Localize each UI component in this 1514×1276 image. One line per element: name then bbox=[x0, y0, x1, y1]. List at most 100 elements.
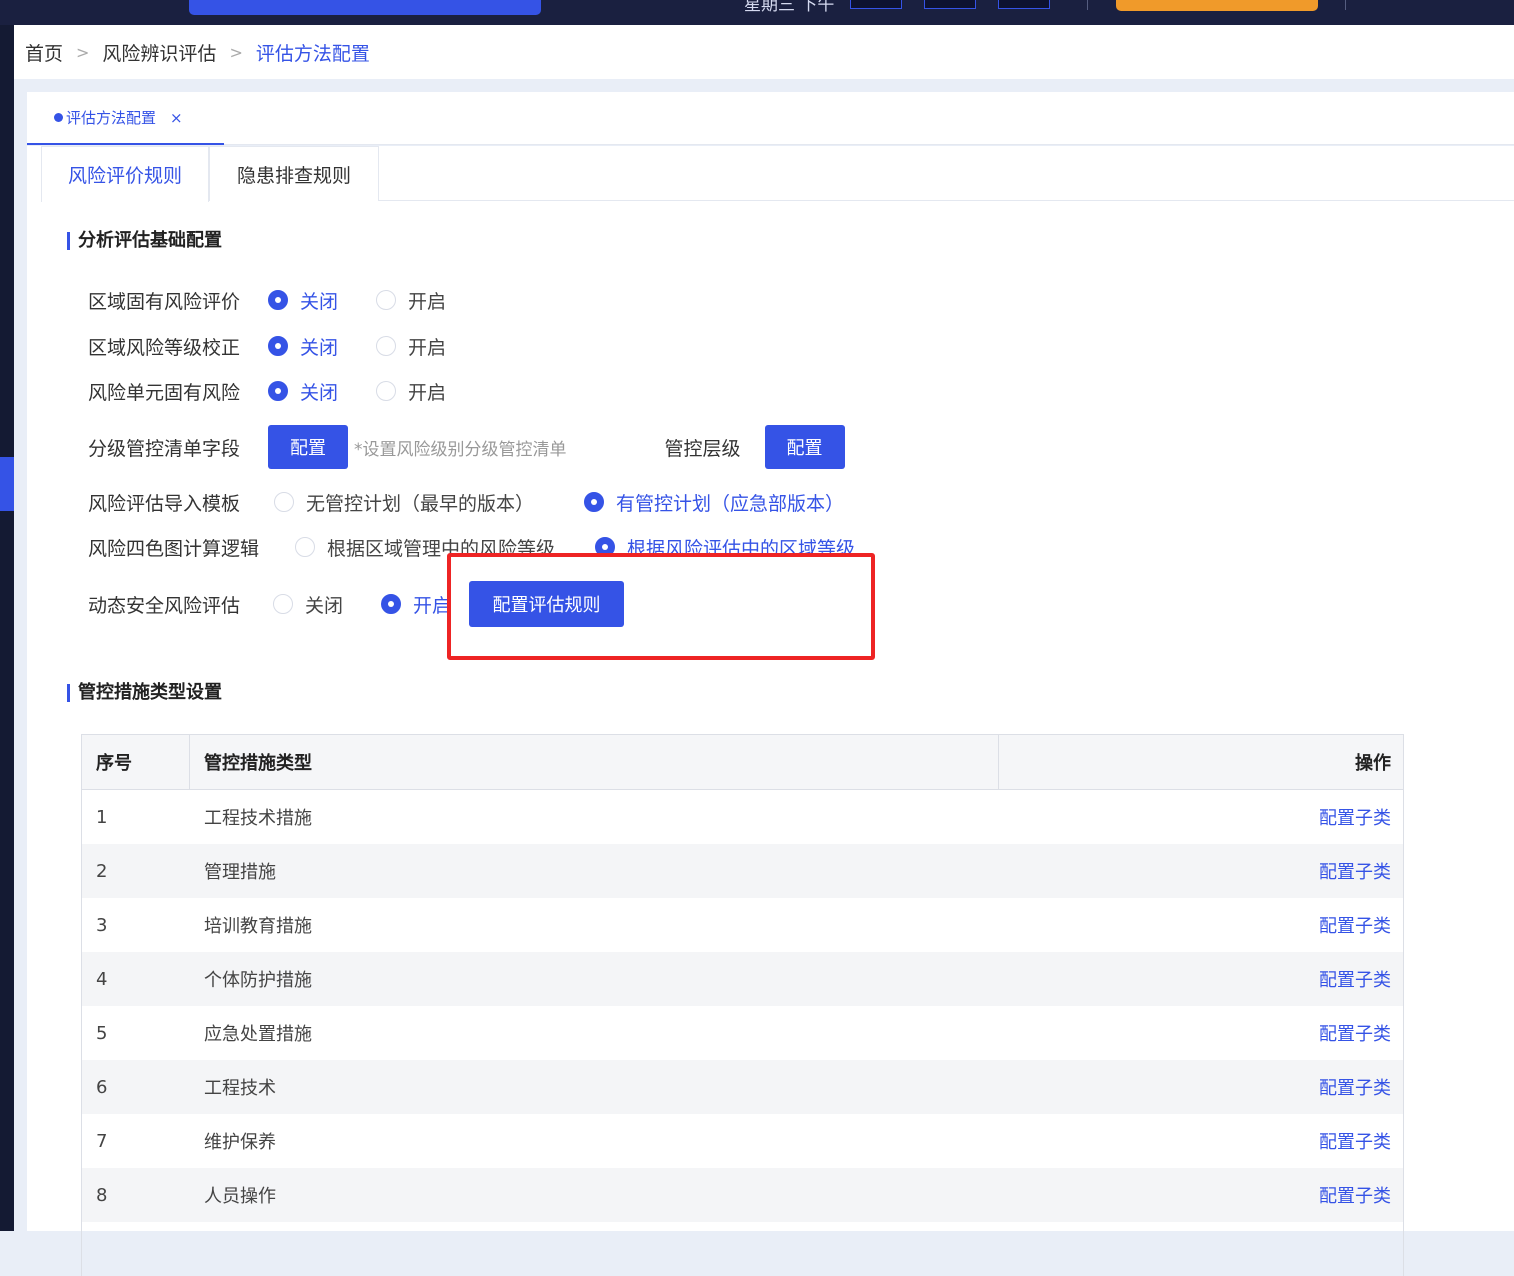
table-row: 7 维护保养 配置子类 bbox=[82, 1114, 1403, 1168]
header-divider bbox=[1345, 0, 1346, 10]
table-row bbox=[82, 1222, 1403, 1276]
header-time-box bbox=[850, 0, 902, 9]
radio-off[interactable]: 关闭 bbox=[268, 287, 338, 314]
cell-type bbox=[190, 1222, 999, 1276]
config-label: 区域风险等级校正 bbox=[88, 336, 241, 359]
radio-label: 开启 bbox=[408, 381, 447, 404]
radio-label: 无管控计划（最早的版本） bbox=[306, 492, 535, 515]
radio-label: 关闭 bbox=[305, 594, 344, 617]
radio-checked-icon bbox=[268, 381, 288, 401]
sub-tab-bar: 风险评价规则 隐患排查规则 bbox=[41, 146, 1514, 202]
configure-subtype-link[interactable]: 配置子类 bbox=[999, 1006, 1403, 1060]
cell-type: 维护保养 bbox=[204, 1132, 276, 1153]
cell-type: 工程技术措施 bbox=[204, 808, 312, 829]
top-header: 星期三 下午 bbox=[0, 0, 1514, 25]
cell-no bbox=[82, 1222, 190, 1276]
column-header-no: 序号 bbox=[82, 735, 190, 789]
cell-no: 4 bbox=[96, 968, 108, 990]
cell-no: 7 bbox=[96, 1130, 108, 1152]
configure-subtype-link[interactable]: 配置子类 bbox=[999, 1060, 1403, 1114]
radio-label: 有管控计划（应急部版本） bbox=[616, 492, 845, 515]
radio-checked-icon bbox=[584, 492, 605, 512]
radio-off[interactable]: 关闭 bbox=[268, 333, 338, 360]
radio-unchecked-icon bbox=[273, 594, 293, 614]
radio-label: 关闭 bbox=[300, 290, 339, 313]
main-panel: 风险评价规则 隐患排查规则 分析评估基础配置 区域固有风险评价 关闭 开启 区域… bbox=[27, 146, 1514, 1276]
tab-hazard-check-rules[interactable]: 隐患排查规则 bbox=[209, 146, 379, 201]
header-nav-button[interactable] bbox=[189, 0, 541, 15]
radio-label: 关闭 bbox=[300, 336, 339, 359]
breadcrumb-separator-icon: > bbox=[76, 42, 90, 62]
cell-type: 应急处置措施 bbox=[204, 1024, 312, 1045]
sidebar-active-item[interactable] bbox=[0, 457, 14, 511]
left-sidebar bbox=[0, 25, 14, 1231]
cell-no: 2 bbox=[96, 860, 108, 882]
cell-type: 人员操作 bbox=[204, 1186, 276, 1207]
active-dot-icon bbox=[54, 113, 63, 122]
table-row: 6 工程技术 配置子类 bbox=[82, 1060, 1403, 1114]
breadcrumb: 首页 > 风险辨识评估 > 评估方法配置 bbox=[14, 25, 1514, 79]
header-orange-button[interactable] bbox=[1116, 0, 1318, 11]
config-label: 分级管控清单字段 bbox=[88, 437, 241, 460]
close-icon[interactable]: × bbox=[170, 109, 183, 127]
cell-type: 工程技术 bbox=[204, 1078, 276, 1099]
table-row: 3 培训教育措施 配置子类 bbox=[82, 898, 1403, 952]
cell-type: 管理措施 bbox=[204, 862, 276, 883]
radio-unchecked-icon bbox=[376, 381, 397, 401]
radio-label: 开启 bbox=[408, 290, 447, 313]
radio-unchecked-icon bbox=[376, 290, 397, 310]
config-row-import-template: 风险评估导入模板 无管控计划（最早的版本） 有管控计划（应急部版本） bbox=[88, 489, 882, 516]
config-label: 动态安全风险评估 bbox=[88, 594, 241, 617]
page-tab-bar: 评估方法配置 × bbox=[27, 92, 1514, 145]
breadcrumb-risk-identification[interactable]: 风险辨识评估 bbox=[102, 39, 216, 66]
radio-label: 开启 bbox=[408, 336, 447, 359]
header-date-text: 星期三 下午 bbox=[744, 0, 835, 15]
radio-on[interactable]: 开启 bbox=[376, 333, 446, 360]
highlight-annotation-box bbox=[447, 553, 875, 660]
radio-checked-icon bbox=[268, 336, 288, 356]
config-row-region-level-correction: 区域风险等级校正 关闭 开启 bbox=[88, 333, 484, 360]
section-title-measures: 管控措施类型设置 bbox=[67, 684, 222, 702]
table-row: 5 应急处置措施 配置子类 bbox=[82, 1006, 1403, 1060]
header-time-box bbox=[924, 0, 976, 9]
page-tab-eval-config[interactable]: 评估方法配置 × bbox=[27, 92, 224, 145]
configure-subtype-link[interactable]: 配置子类 bbox=[999, 844, 1403, 898]
breadcrumb-current: 评估方法配置 bbox=[255, 42, 370, 65]
breadcrumb-home[interactable]: 首页 bbox=[25, 39, 63, 66]
measures-table: 序号 管控措施类型 操作 1 工程技术措施 配置子类 2 管理措施 配置子类 3… bbox=[81, 734, 1404, 1276]
radio-unchecked-icon bbox=[295, 537, 315, 557]
config-row-control-list: 分级管控清单字段 配置 *设置风险级别分级管控清单 管控层级 配置 bbox=[88, 425, 845, 469]
control-list-hint: *设置风险级别分级管控清单 bbox=[354, 439, 567, 460]
configure-subtype-link[interactable]: 配置子类 bbox=[999, 1114, 1403, 1168]
radio-on[interactable]: 开启 bbox=[376, 378, 446, 405]
configure-subtype-link[interactable]: 配置子类 bbox=[999, 1168, 1403, 1222]
table-row: 8 人员操作 配置子类 bbox=[82, 1168, 1403, 1222]
config-label: 区域固有风险评价 bbox=[88, 290, 241, 313]
cell-no: 1 bbox=[96, 806, 108, 828]
radio-unchecked-icon bbox=[274, 492, 294, 512]
header-divider bbox=[1087, 0, 1088, 10]
config-label: 风险单元固有风险 bbox=[88, 381, 241, 404]
radio-with-control-plan[interactable]: 有管控计划（应急部版本） bbox=[584, 489, 844, 516]
config-row-region-inherent-risk: 区域固有风险评价 关闭 开启 bbox=[88, 287, 484, 314]
cell-type: 培训教育措施 bbox=[204, 916, 312, 937]
radio-checked-icon bbox=[381, 594, 402, 614]
radio-off[interactable]: 关闭 bbox=[268, 378, 338, 405]
table-header: 序号 管控措施类型 操作 bbox=[82, 735, 1403, 790]
radio-unchecked-icon bbox=[376, 336, 397, 356]
radio-checked-icon bbox=[268, 290, 288, 310]
configure-control-level-button[interactable]: 配置 bbox=[764, 425, 845, 469]
radio-no-control-plan[interactable]: 无管控计划（最早的版本） bbox=[274, 489, 534, 516]
radio-off[interactable]: 关闭 bbox=[273, 591, 343, 618]
radio-on[interactable]: 开启 bbox=[376, 287, 446, 314]
cell-no: 3 bbox=[96, 914, 108, 936]
configure-control-list-button[interactable]: 配置 bbox=[268, 425, 348, 469]
section-title-basic-config: 分析评估基础配置 bbox=[67, 232, 222, 250]
configure-subtype-link[interactable]: 配置子类 bbox=[999, 898, 1403, 952]
configure-subtype-link[interactable]: 配置子类 bbox=[999, 790, 1403, 844]
configure-subtype-link[interactable]: 配置子类 bbox=[999, 952, 1403, 1006]
radio-on[interactable]: 开启 bbox=[381, 591, 451, 618]
tab-risk-eval-rules[interactable]: 风险评价规则 bbox=[41, 146, 209, 202]
configure-subtype-link[interactable] bbox=[999, 1222, 1403, 1276]
config-row-unit-inherent-risk: 风险单元固有风险 关闭 开启 bbox=[88, 378, 484, 405]
